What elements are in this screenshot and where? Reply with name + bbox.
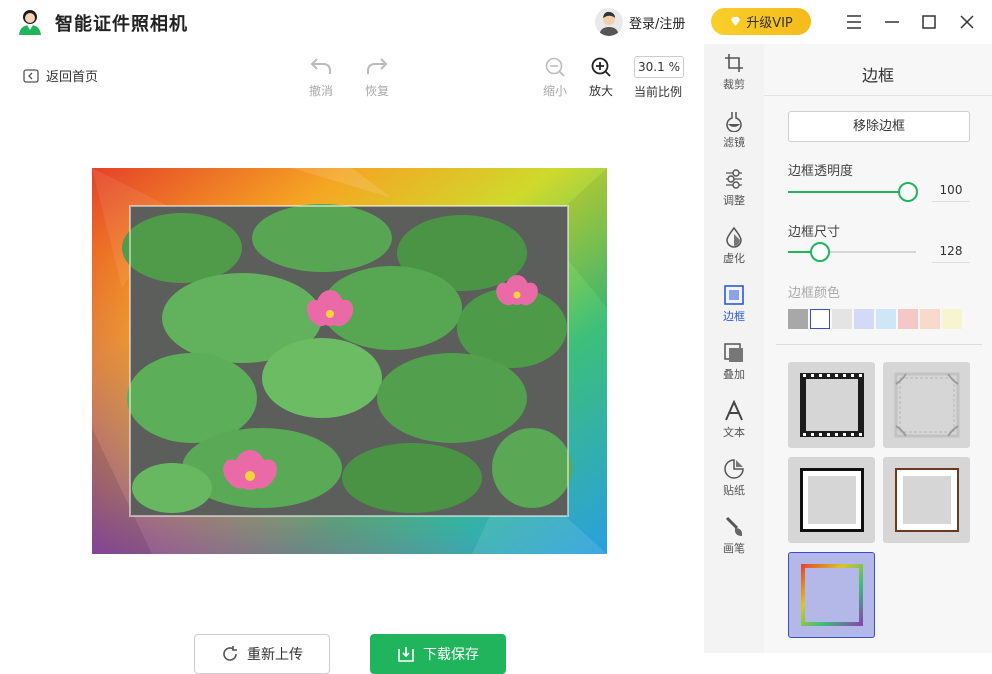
- zoom-value[interactable]: 30.1 %: [634, 56, 684, 78]
- border-panel: 边框 移除边框 边框透明度 100 边框尺寸 128 边框颜色: [764, 44, 992, 653]
- opacity-label: 边框透明度: [788, 164, 854, 179]
- ornate-frame-icon: [894, 372, 959, 438]
- sidebar-item-filter[interactable]: 滤镜: [704, 110, 764, 150]
- opacity-slider[interactable]: [788, 182, 918, 202]
- frame-option-wood[interactable]: [883, 457, 970, 543]
- sidebar-item-text[interactable]: 文本: [704, 400, 764, 440]
- photo-canvas[interactable]: [92, 168, 607, 554]
- color-swatch[interactable]: [876, 309, 896, 329]
- panel-title: 边框: [861, 66, 894, 85]
- tool-sidebar: 裁剪 滤镜 调整 虚化 边框 叠加 文本 贴纸 画笔: [704, 44, 764, 653]
- size-slider-knob[interactable]: [810, 242, 830, 262]
- zoom-in-label: 放大: [588, 84, 613, 98]
- close-icon[interactable]: [955, 10, 979, 34]
- sidebar-item-blur[interactable]: 虚化: [704, 226, 764, 266]
- frame-option-rainbow[interactable]: [788, 552, 875, 638]
- redo-button[interactable]: 恢复: [355, 56, 399, 99]
- download-save-button[interactable]: 下载保存: [370, 634, 506, 674]
- sidebar-item-label: 调整: [723, 194, 745, 207]
- color-swatch[interactable]: [810, 309, 830, 329]
- title-bar: 智能证件照相机 登录/注册 升级VIP: [0, 0, 992, 44]
- color-swatch[interactable]: [898, 309, 918, 329]
- zoom-in-button[interactable]: 放大: [579, 56, 623, 99]
- reupload-label: 重新上传: [247, 647, 303, 663]
- layers-icon: [724, 343, 743, 362]
- lotus-photo: [122, 204, 572, 513]
- zoom-out-icon: [545, 57, 565, 77]
- film-frame-icon: [799, 373, 864, 437]
- size-value[interactable]: 128: [932, 239, 970, 263]
- frame-icon: [724, 285, 744, 305]
- sidebar-item-overlay[interactable]: 叠加: [704, 342, 764, 382]
- refresh-icon: [223, 646, 237, 661]
- black-white-frame-icon: [799, 468, 864, 532]
- sidebar-item-label: 文本: [723, 426, 745, 439]
- drop-icon: [726, 226, 742, 248]
- opacity-value[interactable]: 100: [932, 178, 970, 202]
- opacity-slider-fill: [788, 191, 916, 193]
- divider: [764, 95, 992, 96]
- reupload-button[interactable]: 重新上传: [194, 634, 330, 674]
- color-swatch[interactable]: [832, 309, 852, 329]
- text-icon: [725, 400, 743, 421]
- color-swatch[interactable]: [788, 309, 808, 329]
- zoom-out-button[interactable]: 缩小: [533, 56, 577, 99]
- frame-option-film[interactable]: [788, 362, 875, 448]
- sticker-icon: [724, 459, 744, 479]
- wood-frame-icon: [894, 468, 959, 532]
- opacity-slider-knob[interactable]: [898, 182, 918, 202]
- redo-icon: [367, 58, 388, 74]
- save-label: 下载保存: [423, 647, 479, 663]
- minimize-icon[interactable]: [880, 10, 904, 34]
- app-title: 智能证件照相机: [55, 14, 188, 35]
- sidebar-item-crop[interactable]: 裁剪: [704, 52, 764, 92]
- vip-label: 升级VIP: [746, 16, 793, 31]
- zoom-in-icon: [591, 57, 611, 77]
- undo-label: 撤消: [308, 84, 333, 98]
- back-home-button[interactable]: 返回首页: [22, 66, 98, 85]
- divider: [776, 344, 982, 345]
- home-back-icon: [23, 68, 39, 83]
- sidebar-item-adjust[interactable]: 调整: [704, 168, 764, 208]
- redo-label: 恢复: [364, 84, 389, 98]
- sidebar-item-label: 虚化: [723, 252, 745, 265]
- login-register-link[interactable]: 登录/注册: [629, 13, 685, 32]
- back-home-label: 返回首页: [46, 70, 99, 85]
- color-swatches: [788, 309, 962, 329]
- sidebar-item-label: 画笔: [723, 542, 745, 555]
- border-color-label: 边框颜色: [788, 286, 841, 301]
- color-swatch[interactable]: [854, 309, 874, 329]
- sliders-icon: [726, 169, 742, 189]
- flask-icon: [726, 112, 742, 132]
- app-logo-icon: [19, 10, 41, 35]
- sidebar-item-border[interactable]: 边框: [704, 284, 764, 324]
- crop-icon: [725, 54, 743, 72]
- zoom-ratio-label: 当前比例: [634, 85, 683, 99]
- remove-border-button[interactable]: 移除边框: [788, 111, 970, 142]
- undo-icon: [310, 58, 331, 74]
- sidebar-item-label: 裁剪: [723, 78, 745, 91]
- diamond-icon: [731, 16, 741, 27]
- download-icon: [398, 647, 414, 662]
- sidebar-item-label: 贴纸: [723, 484, 745, 497]
- size-label: 边框尺寸: [788, 225, 841, 240]
- frame-option-ornate[interactable]: [883, 362, 970, 448]
- brush-icon: [725, 516, 743, 536]
- sidebar-item-brush[interactable]: 画笔: [704, 516, 764, 556]
- size-slider[interactable]: [788, 242, 916, 262]
- sidebar-item-label: 边框: [723, 310, 745, 323]
- undo-button[interactable]: 撤消: [299, 56, 343, 99]
- upgrade-vip-button[interactable]: 升级VIP: [711, 8, 811, 35]
- sidebar-item-label: 滤镜: [723, 136, 745, 149]
- maximize-icon[interactable]: [917, 10, 941, 34]
- rainbow-frame-icon: [800, 564, 863, 626]
- zoom-out-label: 缩小: [542, 84, 567, 98]
- sidebar-item-sticker[interactable]: 贴纸: [704, 458, 764, 498]
- frame-option-black-white[interactable]: [788, 457, 875, 543]
- avatar[interactable]: [595, 8, 623, 36]
- color-swatch[interactable]: [942, 309, 962, 329]
- color-swatch[interactable]: [920, 309, 940, 329]
- sidebar-item-label: 叠加: [723, 368, 745, 381]
- menu-icon[interactable]: [842, 10, 866, 34]
